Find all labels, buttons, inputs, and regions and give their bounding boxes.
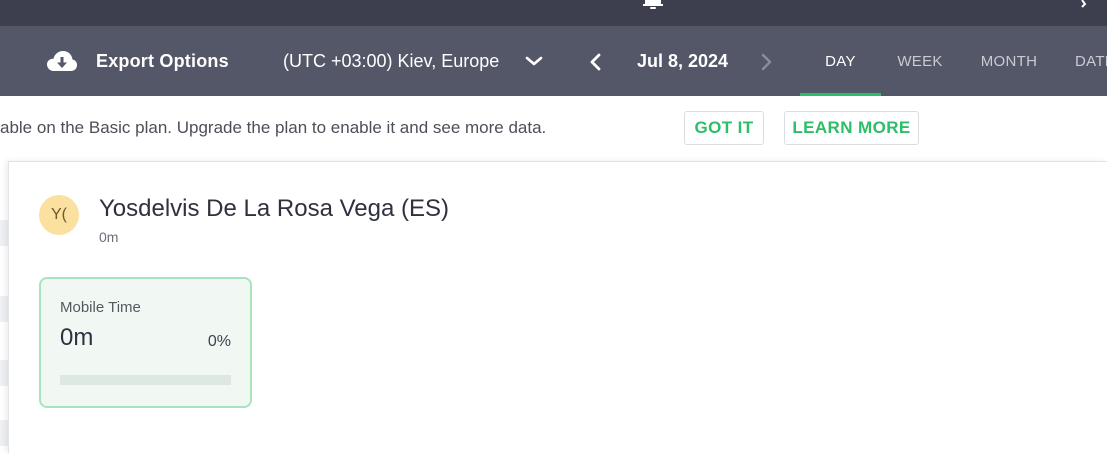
card-percent: 0% bbox=[207, 333, 231, 350]
tab-day-label: DAY bbox=[825, 52, 856, 70]
mobile-time-card[interactable]: Mobile Time 0m 0% bbox=[39, 277, 252, 408]
period-tabs: DAY WEEK MONTH DATE bbox=[800, 26, 1107, 96]
tab-date[interactable]: DATE bbox=[1059, 26, 1107, 96]
tab-week[interactable]: WEEK bbox=[881, 26, 959, 96]
date-navigator: Jul 8, 2024 bbox=[588, 46, 778, 76]
user-detail-panel: Y( Yosdelvis De La Rosa Vega (ES) 0m Mob… bbox=[8, 161, 1107, 453]
tab-day[interactable]: DAY bbox=[800, 26, 881, 96]
current-date: Jul 8, 2024 bbox=[637, 51, 729, 71]
upgrade-banner: able on the Basic plan. Upgrade the plan… bbox=[0, 96, 1107, 160]
upgrade-banner-text: able on the Basic plan. Upgrade the plan… bbox=[0, 118, 547, 137]
card-progress-bar bbox=[60, 375, 231, 385]
got-it-button[interactable]: GOT IT bbox=[684, 111, 764, 145]
tab-week-label: WEEK bbox=[897, 52, 943, 70]
tab-month[interactable]: MONTH bbox=[959, 26, 1059, 96]
chevron-left-icon[interactable] bbox=[588, 53, 604, 71]
chevron-down-icon bbox=[525, 56, 543, 66]
export-options-button[interactable]: Export Options bbox=[46, 46, 229, 76]
top-bar bbox=[0, 0, 1107, 26]
card-title: Mobile Time bbox=[60, 299, 141, 316]
user-name: Yosdelvis De La Rosa Vega (ES) bbox=[99, 195, 449, 222]
chevron-right-icon[interactable] bbox=[1076, 0, 1092, 8]
timezone-label: (UTC +03:00) Kiev, Europe bbox=[283, 50, 500, 71]
cloud-download-icon bbox=[47, 51, 77, 71]
tab-month-label: MONTH bbox=[980, 52, 1038, 70]
timezone-select[interactable]: (UTC +03:00) Kiev, Europe bbox=[283, 46, 543, 76]
card-value: 0m bbox=[60, 324, 94, 351]
bell-icon[interactable] bbox=[640, 0, 666, 10]
toolbar: Export Options (UTC +03:00) Kiev, Europe… bbox=[0, 26, 1107, 96]
user-total-time: 0m bbox=[99, 229, 119, 245]
chevron-right-icon[interactable] bbox=[758, 53, 774, 71]
avatar: Y( bbox=[39, 195, 79, 235]
tab-date-label: DATE bbox=[1075, 52, 1107, 70]
learn-more-button[interactable]: LEARN MORE bbox=[784, 111, 919, 145]
export-options-label: Export Options bbox=[96, 50, 229, 71]
